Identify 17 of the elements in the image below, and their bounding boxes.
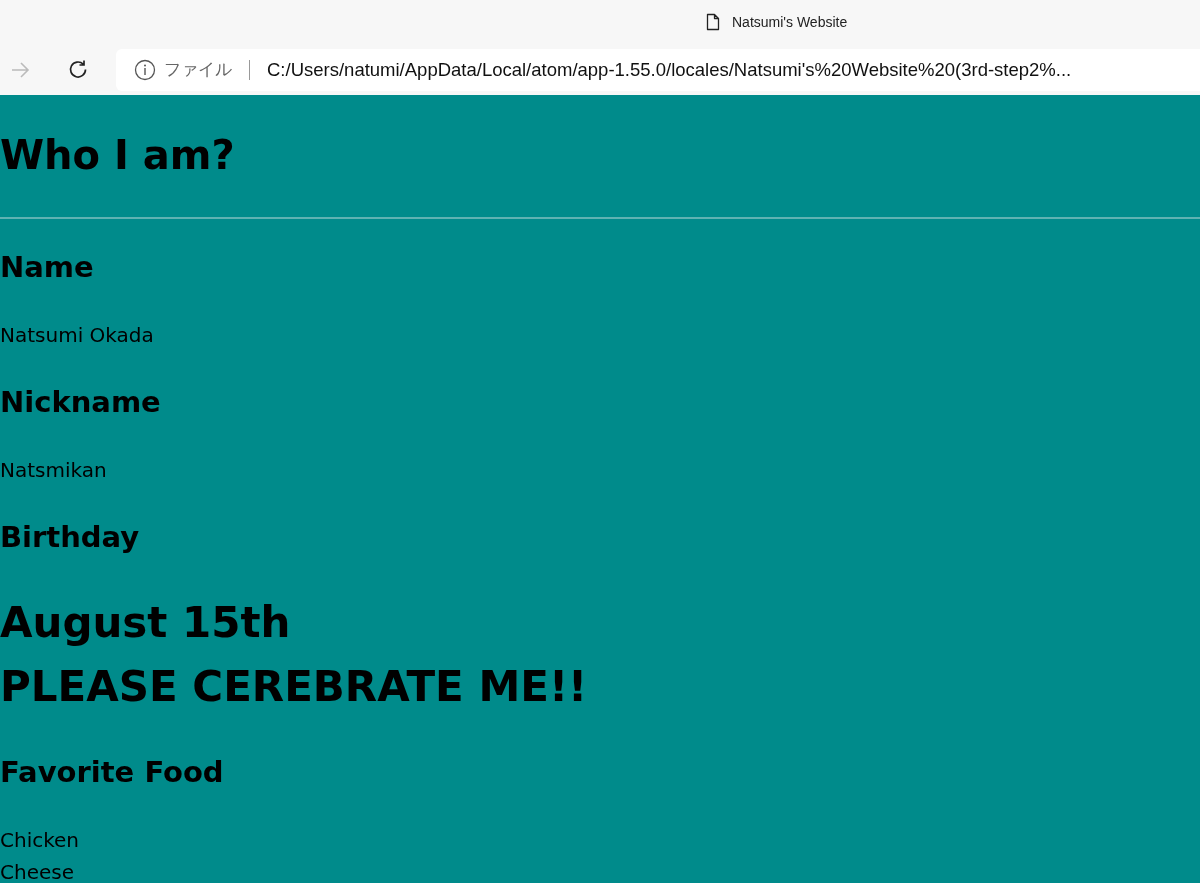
scheme-label: ファイル <box>164 58 232 81</box>
body-text: Chicken <box>0 827 80 854</box>
large-text: August 15th <box>0 597 291 649</box>
section-heading: Favorite Food <box>0 754 224 791</box>
address-bar[interactable]: ファイル C:/Users/natumi/AppData/Local/atom/app-1.55.0/locales/Natsumi's%20Website%20(3rd-step2%... <box>116 48 1200 91</box>
page-title: Who I am? <box>0 131 235 180</box>
section-heading: Nickname <box>0 384 161 421</box>
document-icon <box>706 13 720 31</box>
body-text: Cheese <box>0 859 74 883</box>
body-text: Natsmikan <box>0 457 107 484</box>
url-text: C:/Users/natumi/AppData/Local/atom/app-1.55.0/locales/Natsumi's%20Website%20(3rd-step2%... <box>267 58 1072 81</box>
large-text: PLEASE CEREBRATE ME!! <box>0 661 588 713</box>
window-title: Natsumi's Website <box>732 14 848 30</box>
info-icon <box>134 58 156 81</box>
section-heading: Birthday <box>0 519 140 556</box>
body-text: Natsumi Okada <box>0 322 154 349</box>
section-heading: Name <box>0 249 94 286</box>
